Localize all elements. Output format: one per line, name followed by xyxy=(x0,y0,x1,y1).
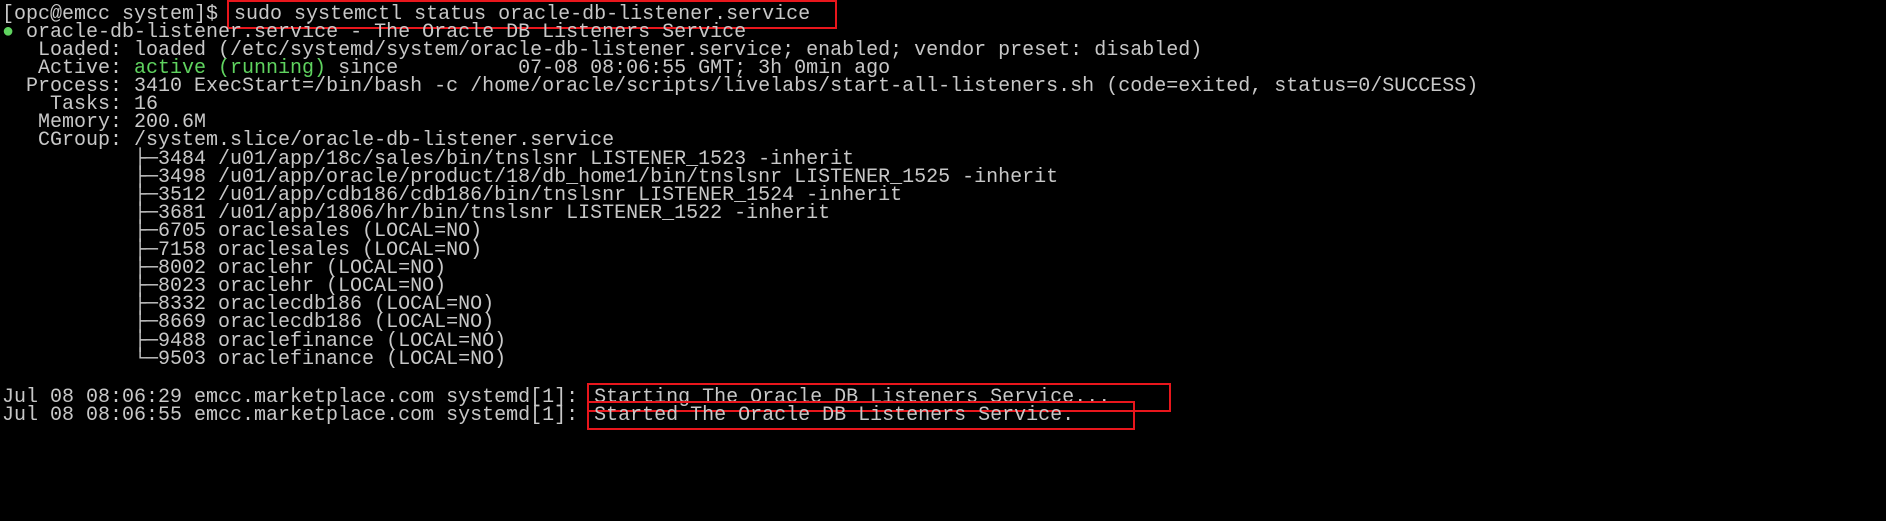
cgroup-tree-item: └─9503 oraclefinance (LOCAL=NO) xyxy=(2,348,507,371)
process-value: 3410 ExecStart=/bin/bash -c /home/oracle… xyxy=(134,75,1479,98)
log-prefix: Jul 08 08:06:55 emcc.marketplace.com sys… xyxy=(2,404,591,427)
log-message: Started The Oracle DB Listeners Service. xyxy=(587,401,1136,430)
terminal-window[interactable]: [opc@emcc system]$ sudo systemctl status… xyxy=(0,0,1886,521)
log-line: Jul 08 08:06:55 emcc.marketplace.com sys… xyxy=(2,401,1136,430)
process-line: Process: 3410 ExecStart=/bin/bash -c /ho… xyxy=(2,76,1478,98)
